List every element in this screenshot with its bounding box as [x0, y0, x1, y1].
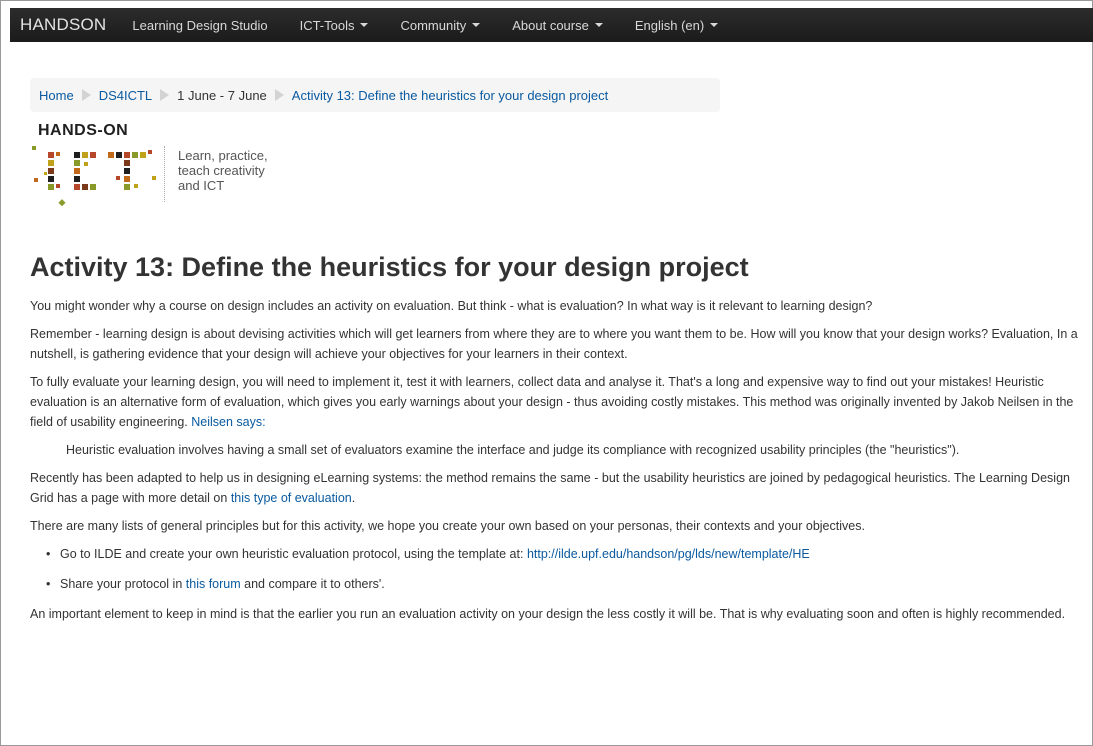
paragraph-conclusion: An important element to keep in mind is …: [30, 607, 1066, 621]
list-item-text: Share your protocol in: [60, 577, 186, 591]
breadcrumb-section: 1 June - 7 June: [177, 87, 267, 103]
activity-content: You might wonder why a course on design …: [30, 296, 1090, 632]
nav-label: Community: [400, 17, 467, 33]
paragraph-adapted: Recently has been adapted to help us in …: [30, 468, 1090, 508]
task-list: Go to ILDE and create your own heuristic…: [30, 544, 1090, 594]
nav-language-selector[interactable]: English (en): [634, 17, 719, 33]
list-item: Go to ILDE and create your own heuristic…: [30, 544, 1090, 564]
caret-down-icon: [472, 23, 481, 27]
paragraph-text: Recently has been adapted to help us in …: [30, 471, 1070, 505]
list-item-text: and compare it to others'.: [240, 577, 385, 591]
neilsen-quote: Heuristic evaluation involves having a s…: [66, 443, 960, 457]
caret-down-icon: [360, 23, 369, 27]
breadcrumb-separator-icon: [274, 89, 284, 101]
site-logo[interactable]: HANDS-ON Learn, practice, teach creativi…: [30, 120, 290, 212]
paragraph-principles: There are many lists of general principl…: [30, 519, 865, 533]
breadcrumb-separator-icon: [81, 89, 91, 101]
forum-link[interactable]: this forum: [186, 577, 241, 591]
paragraph-intro: You might wonder why a course on design …: [30, 299, 873, 313]
top-navbar: HANDSON Learning Design Studio ICT-Tools…: [10, 8, 1093, 42]
logo-title: HANDS-ON: [38, 122, 129, 139]
ilde-template-link[interactable]: http://ilde.upf.edu/handson/pg/lds/new/t…: [527, 547, 810, 561]
caret-down-icon: [594, 23, 603, 27]
logo-tagline: Learn, practice, teach creativity and IC…: [178, 148, 268, 193]
ict-pixel-logo-icon: [32, 146, 156, 207]
page-title: Activity 13: Define the heuristics for y…: [30, 252, 749, 282]
paragraph-heuristic-evaluation: To fully evaluate your learning design, …: [30, 372, 1090, 432]
neilsen-says-link[interactable]: Neilsen says:: [191, 415, 265, 429]
paragraph-remember: Remember - learning design is about devi…: [30, 327, 1078, 361]
logo-divider: [164, 146, 165, 202]
nav-ict-tools[interactable]: ICT-Tools: [300, 18, 369, 33]
brand-link[interactable]: HANDSON: [20, 15, 106, 35]
breadcrumb: Home DS4ICTL 1 June - 7 June Activity 13…: [30, 78, 720, 112]
evaluation-type-link[interactable]: this type of evaluation: [231, 491, 352, 505]
breadcrumb-home[interactable]: Home: [39, 88, 74, 103]
nav-label: English (en): [634, 17, 705, 33]
list-item-text: Go to ILDE and create your own heuristic…: [60, 547, 527, 561]
breadcrumb-current-activity[interactable]: Activity 13: Define the heuristics for y…: [292, 88, 608, 103]
breadcrumb-course[interactable]: DS4ICTL: [99, 88, 152, 103]
nav-community[interactable]: Community: [400, 17, 481, 33]
nav-label: Learning Design Studio: [132, 17, 268, 33]
nav-label: About course: [512, 17, 589, 33]
breadcrumb-separator-icon: [160, 89, 170, 101]
nav-label: ICT-Tools: [299, 17, 355, 33]
nav-about-course[interactable]: About course: [512, 18, 603, 33]
paragraph-text: To fully evaluate your learning design, …: [30, 375, 1074, 429]
paragraph-text: .: [351, 491, 356, 505]
list-item: Share your protocol in this forum and co…: [30, 574, 1090, 594]
caret-down-icon: [710, 23, 719, 27]
nav-learning-design-studio[interactable]: Learning Design Studio: [132, 18, 267, 33]
